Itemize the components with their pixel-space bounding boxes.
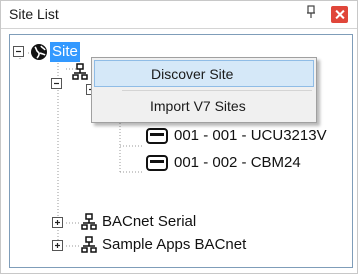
tree-node-network[interactable]: Sample Apps BACnet	[102, 235, 246, 255]
collapse-icon[interactable]	[12, 45, 26, 59]
tree-node-device[interactable]: 001 - 002 - CBM24	[174, 153, 301, 173]
globe-icon	[31, 44, 47, 60]
expand-icon[interactable]	[51, 216, 65, 230]
menu-separator	[122, 90, 312, 91]
expand-icon[interactable]	[51, 239, 65, 253]
tree-node-site[interactable]: Site	[50, 42, 80, 62]
panel-title: Site List	[9, 6, 59, 22]
tree-node-network[interactable]: BACnet Serial	[102, 212, 196, 232]
close-icon[interactable]	[331, 6, 348, 23]
panel-titlebar: Site List	[1, 1, 357, 29]
collapse-icon[interactable]	[50, 77, 64, 91]
menu-item-label: Import V7 Sites	[150, 98, 246, 114]
pin-icon[interactable]	[303, 5, 319, 23]
tree-node-device[interactable]: 001 - 001 - UCU3213V	[174, 126, 327, 146]
network-icon	[72, 63, 88, 80]
device-icon	[146, 128, 168, 144]
menu-item-label: Discover Site	[151, 66, 234, 82]
network-icon	[81, 213, 97, 230]
network-icon	[81, 236, 97, 253]
discover-site-menu-item[interactable]: Discover Site	[94, 60, 314, 87]
context-menu: Discover Site Import V7 Sites	[91, 57, 317, 123]
site-list-panel: Site List Site 001 - 001 - UCU3213V 001 …	[0, 0, 358, 274]
import-v7-sites-menu-item[interactable]: Import V7 Sites	[94, 93, 314, 120]
device-icon	[146, 155, 168, 171]
